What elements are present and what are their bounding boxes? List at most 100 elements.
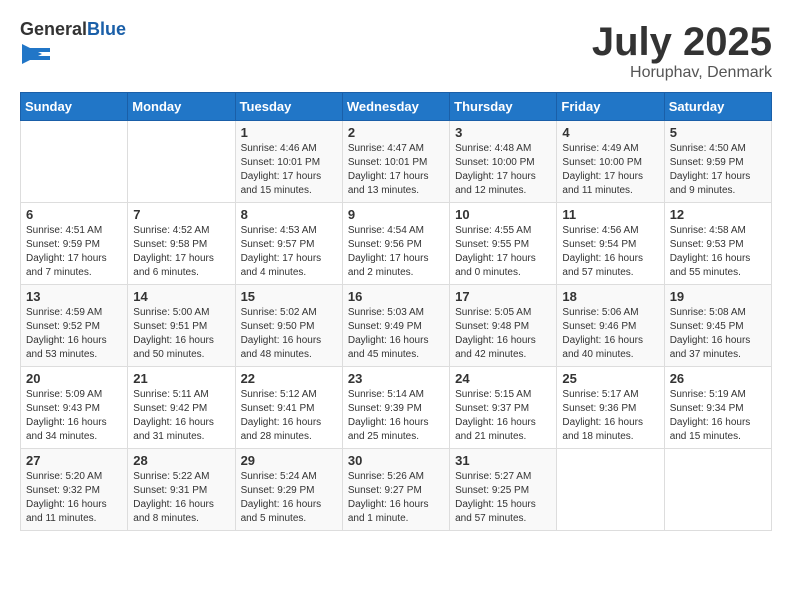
day-info: Sunrise: 4:56 AM Sunset: 9:54 PM Dayligh…: [562, 224, 658, 280]
day-number: 12: [670, 207, 766, 222]
day-number: 2: [348, 125, 444, 140]
day-info: Sunrise: 5:19 AM Sunset: 9:34 PM Dayligh…: [670, 388, 766, 444]
calendar-cell: 21 Sunrise: 5:11 AM Sunset: 9:42 PM Dayli…: [128, 367, 235, 449]
calendar-cell: 4 Sunrise: 4:49 AM Sunset: 10:00 PM Dayli…: [557, 121, 664, 203]
day-info: Sunrise: 4:48 AM Sunset: 10:00 PM Daylig…: [455, 142, 551, 198]
day-number: 11: [562, 207, 658, 222]
calendar-cell: 15 Sunrise: 5:02 AM Sunset: 9:50 PM Dayli…: [235, 285, 342, 367]
calendar-cell: 23Sunrise: 5:14 AM Sunset: 9:39 PM Dayli…: [342, 367, 449, 449]
calendar-cell: 25 Sunrise: 5:17 AM Sunset: 9:36 PM Dayli…: [557, 367, 664, 449]
calendar-cell: 12 Sunrise: 4:58 AM Sunset: 9:53 PM Dayli…: [664, 203, 771, 285]
location-subtitle: Horuphav, Denmark: [592, 64, 772, 82]
day-number: 10: [455, 207, 551, 222]
calendar-cell: 24Sunrise: 5:15 AM Sunset: 9:37 PM Dayli…: [450, 367, 557, 449]
day-info: Sunrise: 4:51 AM Sunset: 9:59 PM Dayligh…: [26, 224, 122, 280]
calendar-cell: [557, 449, 664, 531]
calendar-cell: 19 Sunrise: 5:08 AM Sunset: 9:45 PM Dayli…: [664, 285, 771, 367]
day-info: Sunrise: 5:06 AM Sunset: 9:46 PM Dayligh…: [562, 306, 658, 362]
calendar-cell: 29 Sunrise: 5:24 AM Sunset: 9:29 PM Dayli…: [235, 449, 342, 531]
day-number: 15: [241, 289, 337, 304]
calendar-cell: 1Sunrise: 4:46 AM Sunset: 10:01 PM Dayli…: [235, 121, 342, 203]
day-number: 3: [455, 125, 551, 140]
day-info: Sunrise: 5:02 AM Sunset: 9:50 PM Dayligh…: [241, 306, 337, 362]
calendar-cell: 27Sunrise: 5:20 AM Sunset: 9:32 PM Dayli…: [21, 449, 128, 531]
calendar-week-row: 27Sunrise: 5:20 AM Sunset: 9:32 PM Dayli…: [21, 449, 772, 531]
calendar-cell: 17 Sunrise: 5:05 AM Sunset: 9:48 PM Dayli…: [450, 285, 557, 367]
day-number: 18: [562, 289, 658, 304]
calendar-header-row: SundayMondayTuesdayWednesdayThursdayFrid…: [21, 93, 772, 121]
day-number: 25: [562, 371, 658, 386]
day-of-week-header: Saturday: [664, 93, 771, 121]
day-number: 5: [670, 125, 766, 140]
logo: GeneralBlue: [20, 20, 126, 73]
calendar-cell: 6 Sunrise: 4:51 AM Sunset: 9:59 PM Daylig…: [21, 203, 128, 285]
day-info: Sunrise: 5:03 AM Sunset: 9:49 PM Dayligh…: [348, 306, 444, 362]
day-of-week-header: Tuesday: [235, 93, 342, 121]
day-number: 4: [562, 125, 658, 140]
calendar-cell: 26 Sunrise: 5:19 AM Sunset: 9:34 PM Dayli…: [664, 367, 771, 449]
logo-icon: [22, 40, 50, 68]
calendar-cell: 22Sunrise: 5:12 AM Sunset: 9:41 PM Dayli…: [235, 367, 342, 449]
day-info: Sunrise: 5:05 AM Sunset: 9:48 PM Dayligh…: [455, 306, 551, 362]
day-number: 13: [26, 289, 122, 304]
day-info: Sunrise: 4:55 AM Sunset: 9:55 PM Dayligh…: [455, 224, 551, 280]
day-number: 7: [133, 207, 229, 222]
day-info: Sunrise: 4:52 AM Sunset: 9:58 PM Dayligh…: [133, 224, 229, 280]
day-info: Sunrise: 4:53 AM Sunset: 9:57 PM Dayligh…: [241, 224, 337, 280]
day-number: 21: [133, 371, 229, 386]
day-info: Sunrise: 4:50 AM Sunset: 9:59 PM Dayligh…: [670, 142, 766, 198]
day-info: Sunrise: 4:58 AM Sunset: 9:53 PM Dayligh…: [670, 224, 766, 280]
day-number: 19: [670, 289, 766, 304]
calendar-cell: 20 Sunrise: 5:09 AM Sunset: 9:43 PM Dayli…: [21, 367, 128, 449]
day-info: Sunrise: 4:49 AM Sunset: 10:00 PM Daylig…: [562, 142, 658, 198]
day-info: Sunrise: 5:09 AM Sunset: 9:43 PM Dayligh…: [26, 388, 122, 444]
day-number: 29: [241, 453, 337, 468]
day-number: 14: [133, 289, 229, 304]
day-number: 9: [348, 207, 444, 222]
day-number: 28: [133, 453, 229, 468]
day-number: 30: [348, 453, 444, 468]
calendar-cell: 14 Sunrise: 5:00 AM Sunset: 9:51 PM Dayli…: [128, 285, 235, 367]
day-of-week-header: Wednesday: [342, 93, 449, 121]
day-info: Sunrise: 4:54 AM Sunset: 9:56 PM Dayligh…: [348, 224, 444, 280]
day-number: 20: [26, 371, 122, 386]
day-number: 17: [455, 289, 551, 304]
day-info: Sunrise: 5:24 AM Sunset: 9:29 PM Dayligh…: [241, 470, 337, 526]
day-info: Sunrise: 5:14 AM Sunset: 9:39 PM Dayligh…: [348, 388, 444, 444]
day-info: Sunrise: 4:59 AM Sunset: 9:52 PM Dayligh…: [26, 306, 122, 362]
day-of-week-header: Friday: [557, 93, 664, 121]
day-info: Sunrise: 4:46 AM Sunset: 10:01 PM Daylig…: [241, 142, 337, 198]
day-info: Sunrise: 5:20 AM Sunset: 9:32 PM Dayligh…: [26, 470, 122, 526]
day-number: 6: [26, 207, 122, 222]
day-number: 26: [670, 371, 766, 386]
calendar-cell: 7 Sunrise: 4:52 AM Sunset: 9:58 PM Daylig…: [128, 203, 235, 285]
calendar-table: SundayMondayTuesdayWednesdayThursdayFrid…: [20, 92, 772, 531]
calendar-cell: 30Sunrise: 5:26 AM Sunset: 9:27 PM Dayli…: [342, 449, 449, 531]
calendar-cell: 18 Sunrise: 5:06 AM Sunset: 9:46 PM Dayli…: [557, 285, 664, 367]
day-number: 31: [455, 453, 551, 468]
calendar-cell: 28 Sunrise: 5:22 AM Sunset: 9:31 PM Dayli…: [128, 449, 235, 531]
day-number: 24: [455, 371, 551, 386]
day-number: 22: [241, 371, 337, 386]
day-info: Sunrise: 5:00 AM Sunset: 9:51 PM Dayligh…: [133, 306, 229, 362]
month-title: July 2025: [592, 20, 772, 64]
day-number: 16: [348, 289, 444, 304]
day-of-week-header: Sunday: [21, 93, 128, 121]
day-info: Sunrise: 4:47 AM Sunset: 10:01 PM Daylig…: [348, 142, 444, 198]
page-header: GeneralBlue July 2025 Horuphav, Denmark: [20, 20, 772, 82]
calendar-week-row: 20 Sunrise: 5:09 AM Sunset: 9:43 PM Dayli…: [21, 367, 772, 449]
calendar-week-row: 6 Sunrise: 4:51 AM Sunset: 9:59 PM Daylig…: [21, 203, 772, 285]
calendar-cell: 5 Sunrise: 4:50 AM Sunset: 9:59 PM Daylig…: [664, 121, 771, 203]
calendar-week-row: 1Sunrise: 4:46 AM Sunset: 10:01 PM Dayli…: [21, 121, 772, 203]
day-info: Sunrise: 5:11 AM Sunset: 9:42 PM Dayligh…: [133, 388, 229, 444]
calendar-cell: 10 Sunrise: 4:55 AM Sunset: 9:55 PM Dayli…: [450, 203, 557, 285]
calendar-cell: 3 Sunrise: 4:48 AM Sunset: 10:00 PM Dayli…: [450, 121, 557, 203]
day-info: Sunrise: 5:27 AM Sunset: 9:25 PM Dayligh…: [455, 470, 551, 526]
logo-blue: Blue: [87, 19, 126, 39]
day-info: Sunrise: 5:22 AM Sunset: 9:31 PM Dayligh…: [133, 470, 229, 526]
calendar-cell: 2 Sunrise: 4:47 AM Sunset: 10:01 PM Dayli…: [342, 121, 449, 203]
day-info: Sunrise: 5:08 AM Sunset: 9:45 PM Dayligh…: [670, 306, 766, 362]
day-info: Sunrise: 5:17 AM Sunset: 9:36 PM Dayligh…: [562, 388, 658, 444]
calendar-cell: 8Sunrise: 4:53 AM Sunset: 9:57 PM Daylig…: [235, 203, 342, 285]
logo-general: General: [20, 19, 87, 39]
